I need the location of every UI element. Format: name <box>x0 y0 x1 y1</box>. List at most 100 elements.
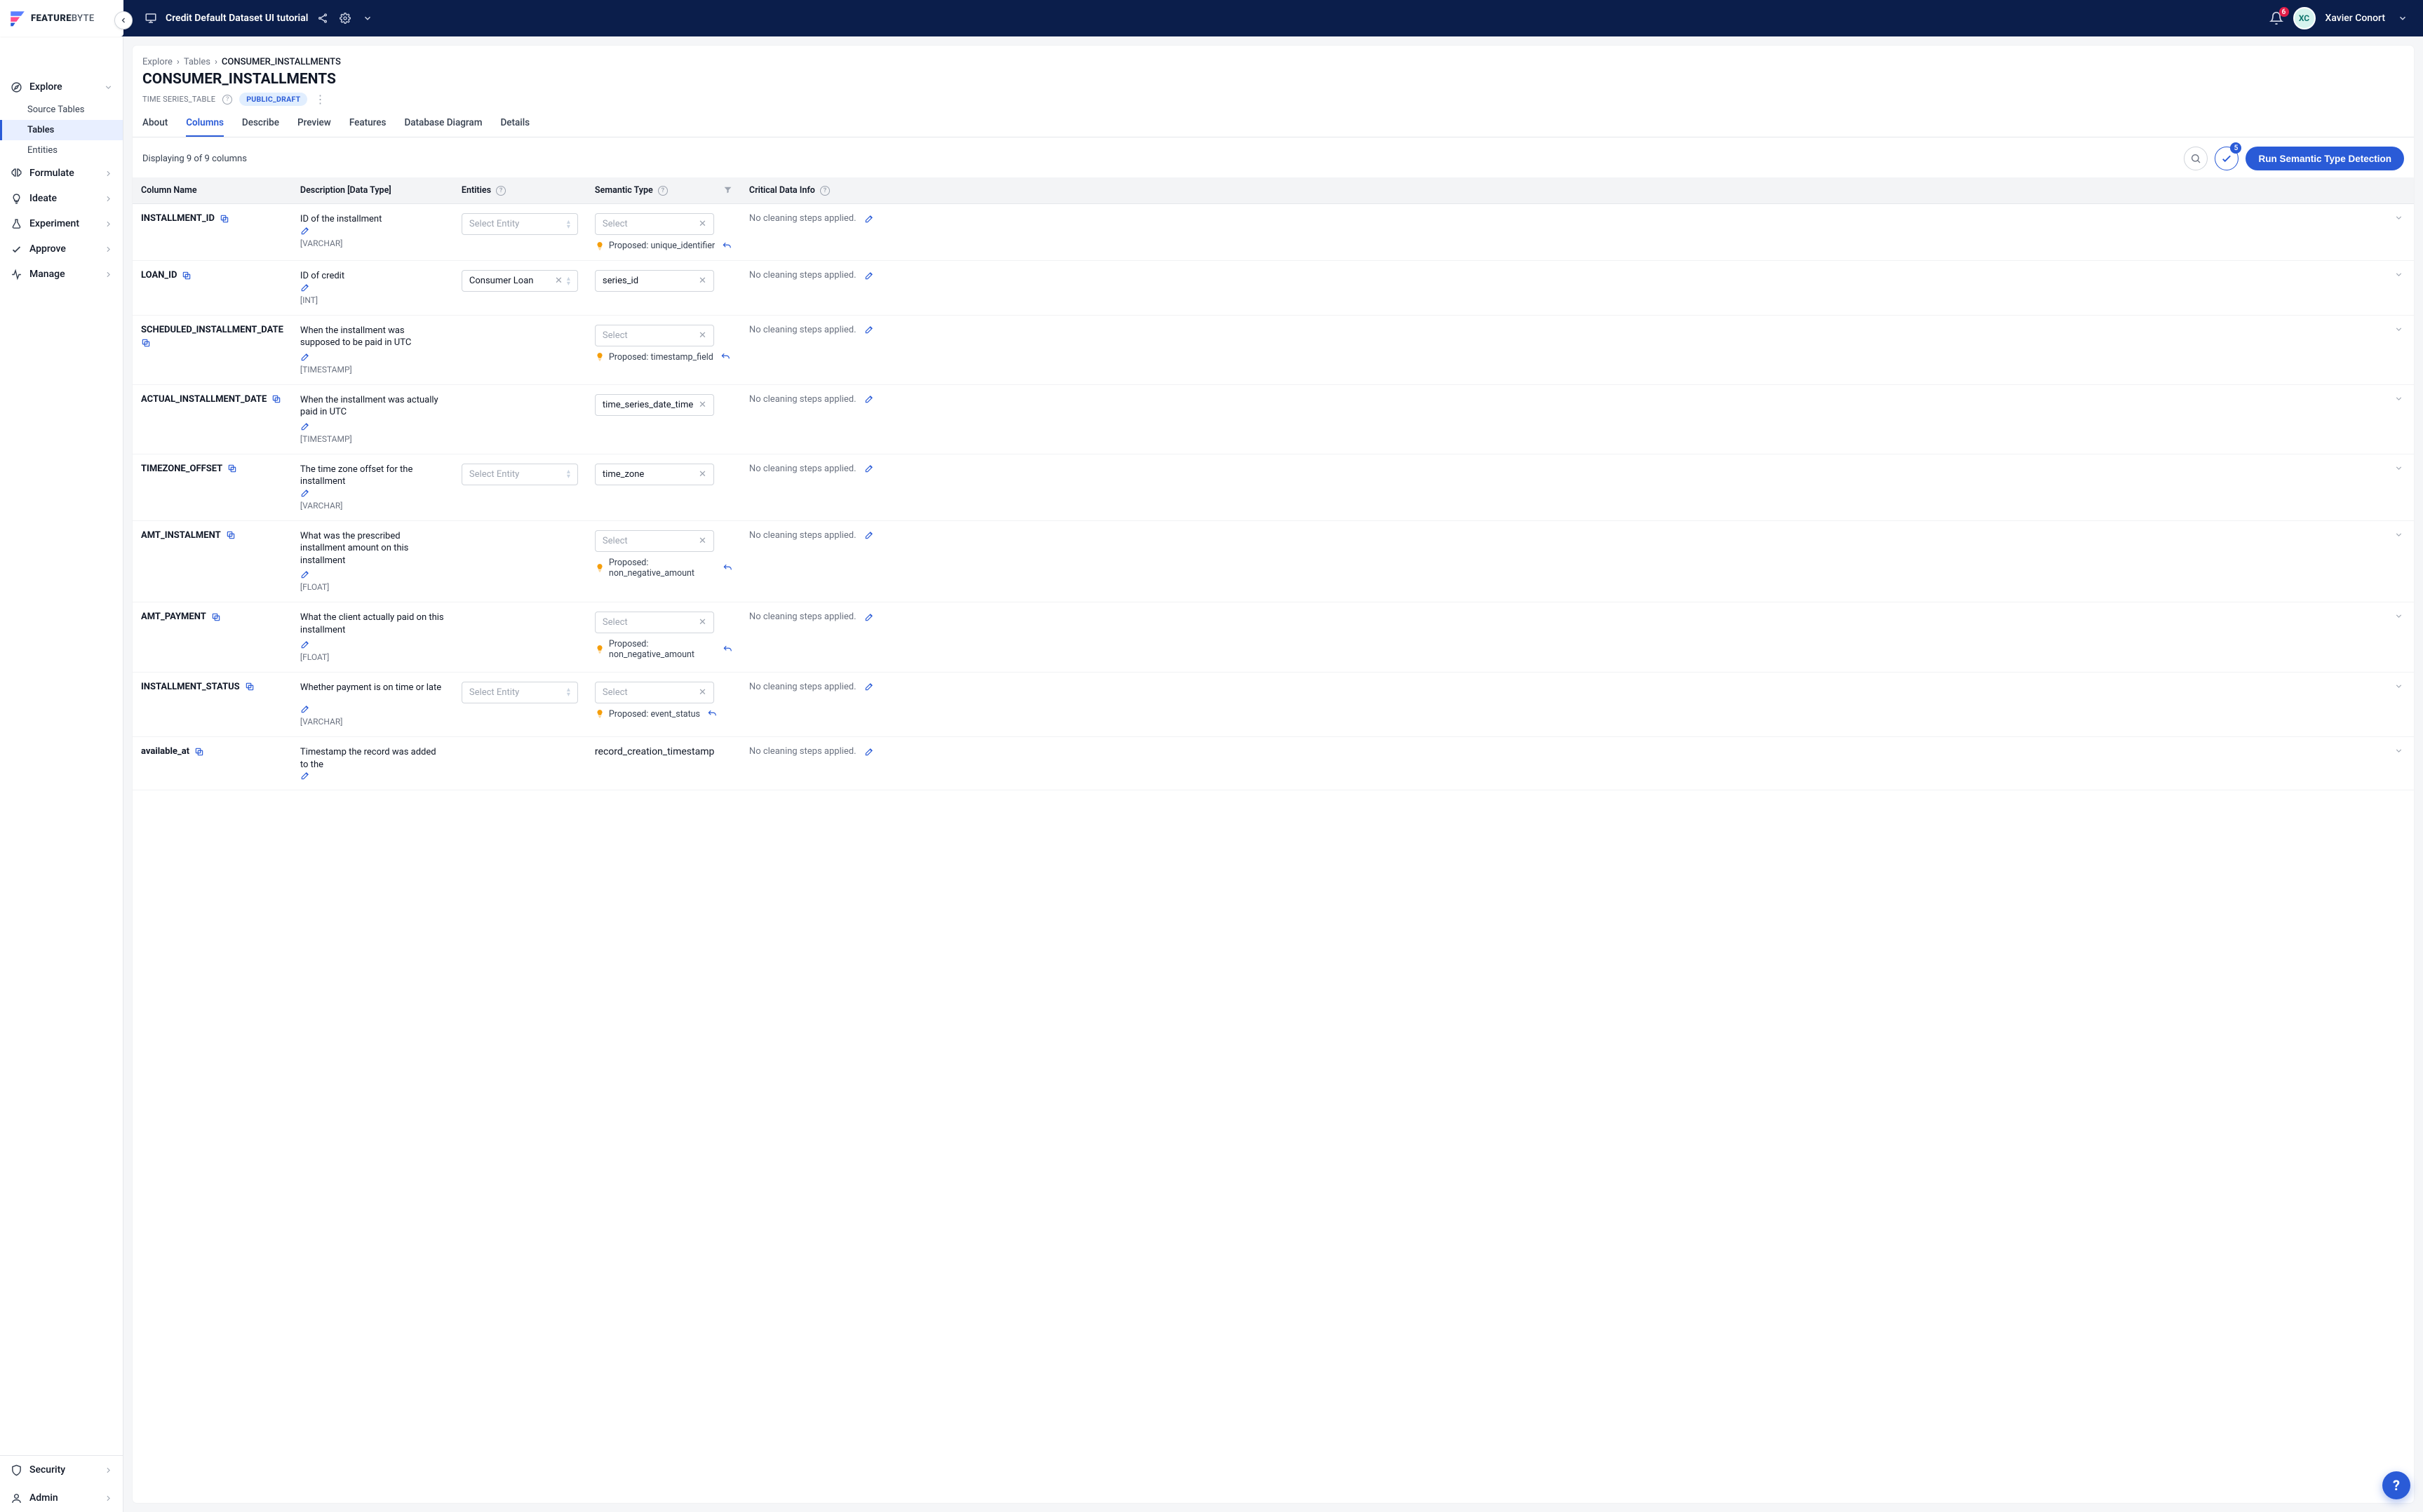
edit-description-icon[interactable] <box>300 226 445 236</box>
entities-info-icon[interactable]: ? <box>496 186 506 196</box>
expand-row-icon[interactable] <box>2394 213 2405 222</box>
entity-select[interactable]: Consumer Loan✕▴▾ <box>462 270 578 292</box>
sidebar-subitem[interactable]: Entities <box>0 140 123 161</box>
run-semantic-detection-button[interactable]: Run Semantic Type Detection <box>2246 147 2404 170</box>
tab[interactable]: Columns <box>186 117 224 137</box>
edit-description-icon[interactable] <box>300 283 445 292</box>
undo-proposal-icon[interactable] <box>720 352 730 362</box>
tab[interactable]: Preview <box>297 117 331 137</box>
copy-icon[interactable] <box>245 682 255 691</box>
edit-cdi-icon[interactable] <box>864 530 874 540</box>
copy-icon[interactable] <box>226 530 236 540</box>
undo-proposal-icon[interactable] <box>723 644 732 654</box>
expand-row-icon[interactable] <box>2394 530 2405 539</box>
tab[interactable]: Details <box>500 117 530 137</box>
semantic-select[interactable]: Select✕ <box>595 530 714 552</box>
edit-cdi-icon[interactable] <box>864 325 874 335</box>
edit-description-icon[interactable] <box>300 569 445 579</box>
entity-select[interactable]: Select Entity▴▾ <box>462 464 578 485</box>
sidebar-item[interactable]: Admin <box>0 1484 123 1512</box>
copy-icon[interactable] <box>211 612 221 622</box>
copy-icon[interactable] <box>227 464 237 473</box>
edit-cdi-icon[interactable] <box>864 747 874 757</box>
avatar[interactable]: XC <box>2293 7 2316 29</box>
breadcrumb-mid[interactable]: Tables <box>184 57 210 67</box>
sidebar-item[interactable]: Approve <box>0 236 123 262</box>
edit-cdi-icon[interactable] <box>864 612 874 622</box>
help-button[interactable]: ? <box>2382 1471 2410 1499</box>
clear-semantic-icon[interactable]: ✕ <box>699 617 706 628</box>
copy-icon[interactable] <box>220 214 229 224</box>
chevron-down-icon[interactable] <box>360 11 375 26</box>
edit-description-icon[interactable] <box>300 771 445 781</box>
copy-icon[interactable] <box>182 271 192 281</box>
edit-description-icon[interactable] <box>300 488 445 498</box>
edit-cdi-icon[interactable] <box>864 394 874 404</box>
copy-icon[interactable] <box>194 747 204 757</box>
clear-semantic-icon[interactable]: ✕ <box>699 687 706 698</box>
edit-cdi-icon[interactable] <box>864 682 874 691</box>
edit-cdi-icon[interactable] <box>864 214 874 224</box>
sidebar-collapse-button[interactable] <box>114 11 133 29</box>
semantic-filter-icon[interactable] <box>723 185 732 194</box>
edit-description-icon[interactable] <box>300 421 445 431</box>
undo-proposal-icon[interactable] <box>723 563 732 573</box>
clear-entity-icon[interactable]: ✕ <box>555 276 563 286</box>
sidebar-item[interactable]: Security <box>0 1456 123 1484</box>
sidebar-subitem[interactable]: Source Tables <box>0 100 123 120</box>
expand-row-icon[interactable] <box>2394 612 2405 621</box>
tab[interactable]: Database Diagram <box>404 117 482 137</box>
semantic-select[interactable]: Select✕ <box>595 612 714 633</box>
status-menu-button[interactable]: ⋮ <box>314 94 325 105</box>
clear-semantic-icon[interactable]: ✕ <box>699 219 706 229</box>
monitor-icon[interactable] <box>143 11 159 26</box>
table-type-info-icon[interactable]: ? <box>222 95 232 104</box>
semantic-select[interactable]: time_zone✕ <box>595 464 714 485</box>
copy-icon[interactable] <box>141 338 283 348</box>
semantic-info-icon[interactable]: ? <box>658 186 668 196</box>
edit-cdi-icon[interactable] <box>864 464 874 473</box>
semantic-select[interactable]: Select✕ <box>595 213 714 235</box>
expand-row-icon[interactable] <box>2394 394 2405 403</box>
sidebar-item[interactable]: Ideate <box>0 186 123 211</box>
entity-select[interactable]: Select Entity▴▾ <box>462 213 578 235</box>
clear-semantic-icon[interactable]: ✕ <box>699 276 706 286</box>
gear-icon[interactable] <box>337 11 353 26</box>
clear-semantic-icon[interactable]: ✕ <box>699 400 706 410</box>
user-menu-chevron-icon[interactable] <box>2395 11 2410 26</box>
clear-semantic-icon[interactable]: ✕ <box>699 330 706 341</box>
semantic-select[interactable]: series_id✕ <box>595 270 714 292</box>
expand-row-icon[interactable] <box>2394 325 2405 334</box>
edit-description-icon[interactable] <box>300 704 445 714</box>
semantic-select[interactable]: Select✕ <box>595 682 714 703</box>
tab[interactable]: Features <box>349 117 387 137</box>
undo-proposal-icon[interactable] <box>722 241 732 251</box>
edit-cdi-icon[interactable] <box>864 271 874 281</box>
notifications-button[interactable]: 6 <box>2269 11 2283 25</box>
copy-icon[interactable] <box>271 394 281 404</box>
sidebar-item[interactable]: Formulate <box>0 161 123 186</box>
clear-semantic-icon[interactable]: ✕ <box>699 469 706 480</box>
entity-select[interactable]: Select Entity▴▾ <box>462 682 578 703</box>
sidebar-subitem[interactable]: Tables <box>0 120 123 140</box>
expand-row-icon[interactable] <box>2394 746 2405 755</box>
expand-row-icon[interactable] <box>2394 682 2405 691</box>
share-icon[interactable] <box>315 11 330 26</box>
sidebar-item[interactable]: Manage <box>0 262 123 287</box>
sidebar-item[interactable]: Experiment <box>0 211 123 236</box>
tab[interactable]: Describe <box>242 117 279 137</box>
cdi-info-icon[interactable]: ? <box>820 186 830 196</box>
semantic-select[interactable]: Select✕ <box>595 325 714 346</box>
clear-semantic-icon[interactable]: ✕ <box>699 536 706 546</box>
tab[interactable]: About <box>142 117 168 137</box>
expand-row-icon[interactable] <box>2394 464 2405 473</box>
expand-row-icon[interactable] <box>2394 270 2405 279</box>
edit-description-icon[interactable] <box>300 352 445 362</box>
brand-logo[interactable]: FEATUREBYTE <box>0 0 123 34</box>
semantic-select[interactable]: time_series_date_time✕ <box>595 394 714 416</box>
sidebar-item[interactable]: Explore <box>0 74 123 100</box>
search-button[interactable] <box>2184 147 2208 170</box>
breadcrumb-root[interactable]: Explore <box>142 57 173 67</box>
edit-description-icon[interactable] <box>300 640 445 649</box>
undo-proposal-icon[interactable] <box>707 709 717 719</box>
